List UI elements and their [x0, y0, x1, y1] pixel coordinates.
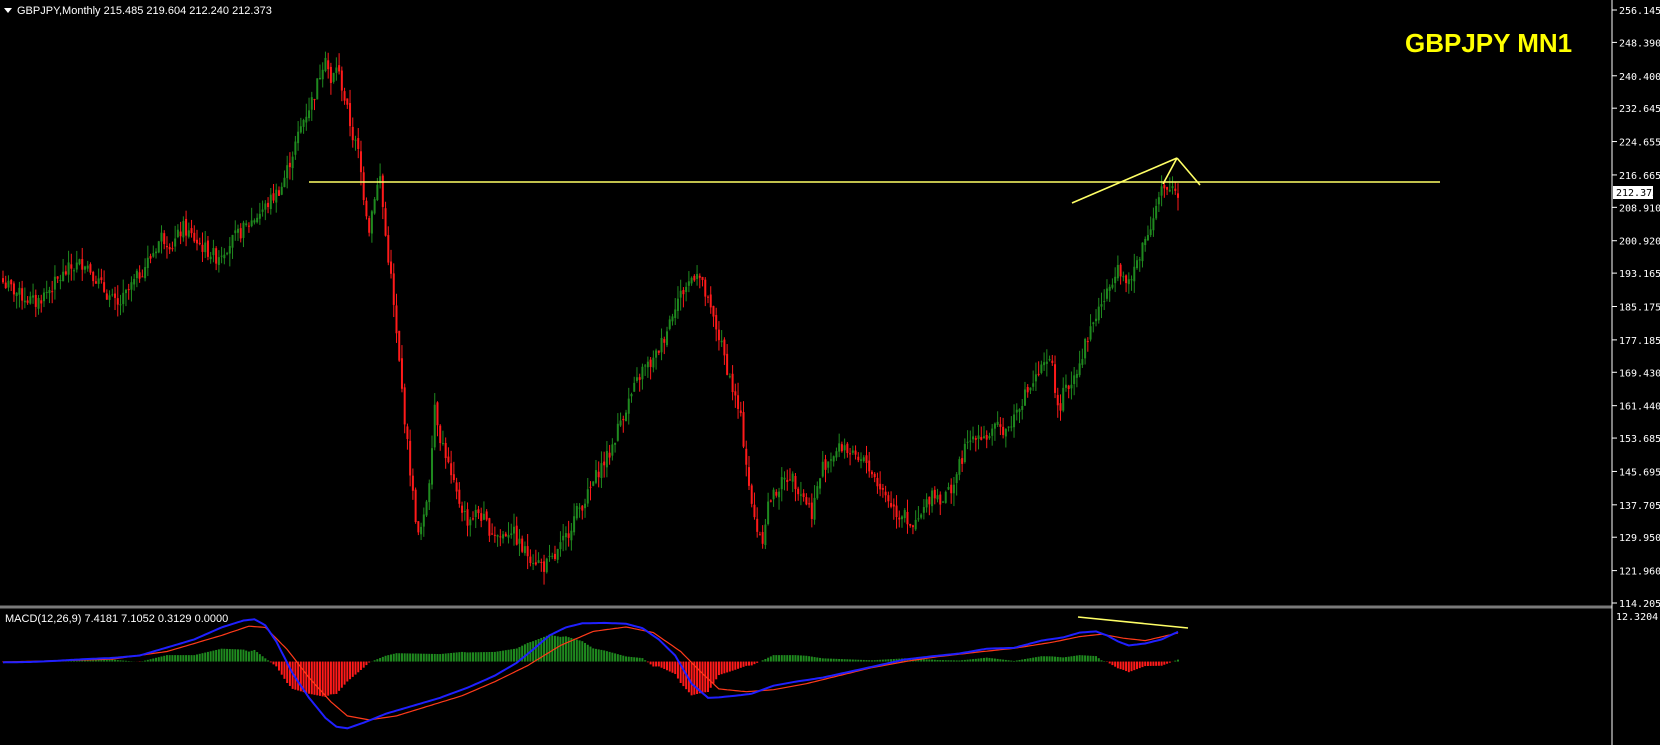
price-tick-label: 153.685 [1619, 434, 1660, 445]
price-tick-label: 232.645 [1619, 104, 1660, 115]
price-tick-label: 248.390 [1619, 38, 1660, 49]
price-tick-label: 121.960 [1619, 567, 1660, 578]
candle [414, 487, 417, 524]
price-tick-label: 216.665 [1619, 171, 1660, 182]
price-tick-label: 161.440 [1619, 402, 1660, 413]
price-tick-label: 224.655 [1619, 138, 1660, 149]
price-tick-label: 169.430 [1619, 368, 1660, 379]
candle [157, 240, 160, 254]
candle [316, 78, 319, 100]
price-tick-label: 129.950 [1619, 533, 1660, 544]
candle [398, 330, 401, 362]
chart-background [0, 0, 1660, 745]
symbol-title: GBPJPY MN1 [1405, 28, 1572, 58]
price-tick-label: 137.705 [1619, 501, 1660, 512]
candle [592, 481, 595, 487]
current-price-marker: 212.373 [1613, 186, 1658, 199]
candle [425, 499, 428, 518]
price-tick-label: 145.695 [1619, 467, 1660, 478]
current-price-label: 212.373 [1616, 188, 1658, 199]
candle [373, 196, 376, 215]
trading-chart[interactable]: 256.145 248.390 240.400 232.645 224.655 216.6… [0, 0, 1660, 745]
price-tick-label: 177.185 [1619, 336, 1660, 347]
price-tick-label: 114.205 [1619, 599, 1660, 610]
macd-max-label: 12.3204 [1616, 612, 1658, 623]
price-tick-label: 185.175 [1619, 303, 1660, 314]
price-tick-label: 208.910 [1619, 203, 1660, 214]
macd-label: MACD(12,26,9) 7.4181 7.1052 0.3129 0.000… [5, 613, 228, 625]
chart-info-label: GBPJPY,Monthly 215.485 219.604 212.240 2… [17, 5, 272, 17]
candle [545, 557, 548, 574]
price-tick-label: 240.400 [1619, 72, 1660, 83]
price-tick-label: 193.165 [1619, 269, 1660, 280]
chart-header: GBPJPY,Monthly 215.485 219.604 212.240 2… [4, 5, 272, 17]
candle [750, 483, 753, 508]
candle [944, 490, 947, 504]
price-tick-label: 200.920 [1619, 237, 1660, 248]
price-tick-label: 256.145 [1619, 6, 1660, 17]
